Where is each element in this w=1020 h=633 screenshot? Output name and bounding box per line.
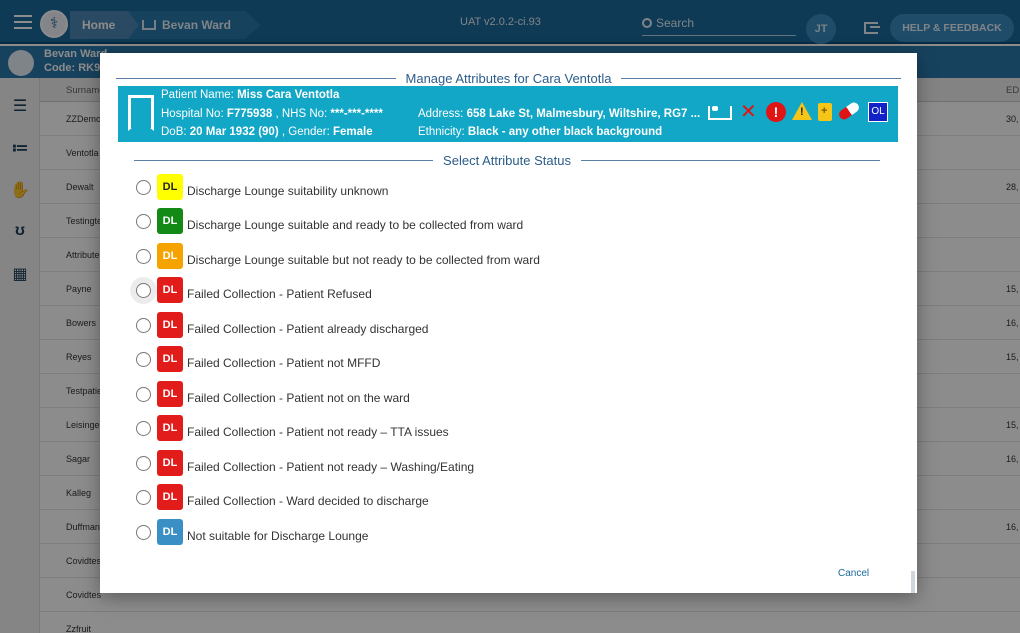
failed-x-icon[interactable]: ✕ bbox=[740, 102, 757, 122]
dialog-title: Manage Attributes for Cara Ventotla bbox=[395, 71, 622, 86]
battery-icon[interactable] bbox=[818, 103, 832, 121]
medication-pill-icon[interactable] bbox=[837, 100, 861, 122]
cancel-button[interactable]: Cancel bbox=[838, 568, 869, 579]
attribute-option[interactable]: DL Failed Collection - Patient already di… bbox=[136, 312, 836, 338]
bookmark-icon[interactable] bbox=[128, 95, 154, 131]
attribute-option[interactable]: DL Failed Collection - Ward decided to di… bbox=[136, 484, 836, 510]
option-radio[interactable] bbox=[136, 249, 151, 264]
dl-badge: DL bbox=[157, 312, 183, 338]
ethnicity-label: Ethnicity: bbox=[418, 126, 465, 138]
option-radio[interactable] bbox=[136, 387, 151, 402]
dob-label: DoB: bbox=[161, 126, 187, 138]
alert-icon[interactable]: ! bbox=[766, 102, 786, 122]
hospital-no: F775938 bbox=[226, 108, 273, 120]
option-label: Failed Collection - Ward decided to disc… bbox=[187, 494, 429, 508]
dl-badge: DL bbox=[157, 450, 183, 476]
ol-badge[interactable]: OL bbox=[868, 102, 888, 122]
attribute-option[interactable]: DL Discharge Lounge suitability unknown bbox=[136, 174, 836, 200]
option-radio[interactable] bbox=[136, 283, 151, 298]
option-label: Discharge Lounge suitable and ready to b… bbox=[187, 218, 524, 232]
option-radio[interactable] bbox=[136, 456, 151, 471]
option-radio[interactable] bbox=[136, 180, 151, 195]
dl-badge: DL bbox=[157, 381, 183, 407]
option-label: Failed Collection - Patient not ready – … bbox=[187, 460, 475, 474]
option-label: Not suitable for Discharge Lounge bbox=[187, 529, 369, 543]
attribute-option[interactable]: DL Not suitable for Discharge Lounge bbox=[136, 519, 836, 545]
option-radio[interactable] bbox=[136, 525, 151, 540]
nhs-no: ***-***-**** bbox=[330, 108, 383, 120]
dl-badge: DL bbox=[157, 174, 183, 200]
nhs-no-label: , NHS No: bbox=[275, 108, 328, 120]
address: 658 Lake St, Malmesbury, Wiltshire, RG7 … bbox=[466, 108, 701, 120]
warning-icon[interactable] bbox=[792, 102, 812, 120]
dl-badge: DL bbox=[157, 415, 183, 441]
attribute-option[interactable]: DL Discharge Lounge suitable and ready to… bbox=[136, 208, 836, 234]
option-label: Failed Collection - Patient Refused bbox=[187, 287, 372, 301]
option-label: Failed Collection - Patient not ready – … bbox=[187, 425, 449, 439]
option-label: Failed Collection - Patient not MFFD bbox=[187, 356, 381, 370]
option-label: Failed Collection - Patient already disc… bbox=[187, 322, 429, 336]
gender: Female bbox=[333, 126, 373, 138]
option-label: Discharge Lounge suitability unknown bbox=[187, 184, 389, 198]
patient-ids-line: Hospital No: F775938 , NHS No: ***-***-*… bbox=[161, 108, 383, 120]
patient-address-line: Address: 658 Lake St, Malmesbury, Wiltsh… bbox=[418, 108, 700, 120]
address-label: Address: bbox=[418, 108, 464, 120]
option-label: Failed Collection - Patient not on the w… bbox=[187, 391, 410, 405]
attribute-option[interactable]: DL Failed Collection - Patient Refused bbox=[136, 277, 836, 303]
dob: 20 Mar 1932 (90) bbox=[189, 126, 279, 138]
section-title-row: Select Attribute Status bbox=[134, 153, 880, 168]
option-radio[interactable] bbox=[136, 421, 151, 436]
dl-badge: DL bbox=[157, 277, 183, 303]
attribute-option[interactable]: DL Discharge Lounge suitable but not read… bbox=[136, 243, 836, 269]
hospital-no-label: Hospital No: bbox=[161, 108, 224, 120]
attribute-option[interactable]: DL Failed Collection - Patient not ready … bbox=[136, 415, 836, 441]
patient-name: Miss Cara Ventotla bbox=[237, 89, 340, 101]
option-label: Discharge Lounge suitable but not ready … bbox=[187, 253, 540, 267]
ethnicity: Black - any other black background bbox=[467, 126, 663, 138]
patient-name-label: Patient Name: bbox=[161, 89, 234, 101]
patient-dob-line: DoB: 20 Mar 1932 (90) , Gender: Female bbox=[161, 126, 373, 138]
dl-badge: DL bbox=[157, 243, 183, 269]
bed-status-icon[interactable] bbox=[708, 106, 732, 120]
option-radio[interactable] bbox=[136, 490, 151, 505]
dl-badge: DL bbox=[157, 346, 183, 372]
modal-scrollbar[interactable] bbox=[911, 571, 915, 593]
patient-ethnicity-line: Ethnicity: Black - any other black backg… bbox=[418, 126, 662, 138]
dl-badge: DL bbox=[157, 519, 183, 545]
section-title: Select Attribute Status bbox=[433, 153, 581, 168]
attribute-option[interactable]: DL Failed Collection - Patient not ready … bbox=[136, 450, 836, 476]
option-radio[interactable] bbox=[136, 318, 151, 333]
manage-attributes-dialog: Manage Attributes for Cara Ventotla Pati… bbox=[100, 53, 917, 593]
dl-badge: DL bbox=[157, 208, 183, 234]
patient-banner: Patient Name: Miss Cara Ventotla Hospita… bbox=[118, 86, 898, 142]
attribute-option[interactable]: DL Failed Collection - Patient not on the… bbox=[136, 381, 836, 407]
option-radio[interactable] bbox=[136, 352, 151, 367]
gender-label: , Gender: bbox=[281, 126, 330, 138]
patient-name-line: Patient Name: Miss Cara Ventotla bbox=[161, 89, 339, 101]
attribute-option[interactable]: DL Failed Collection - Patient not MFFD bbox=[136, 346, 836, 372]
option-radio[interactable] bbox=[136, 214, 151, 229]
dl-badge: DL bbox=[157, 484, 183, 510]
dialog-title-row: Manage Attributes for Cara Ventotla bbox=[116, 71, 901, 86]
